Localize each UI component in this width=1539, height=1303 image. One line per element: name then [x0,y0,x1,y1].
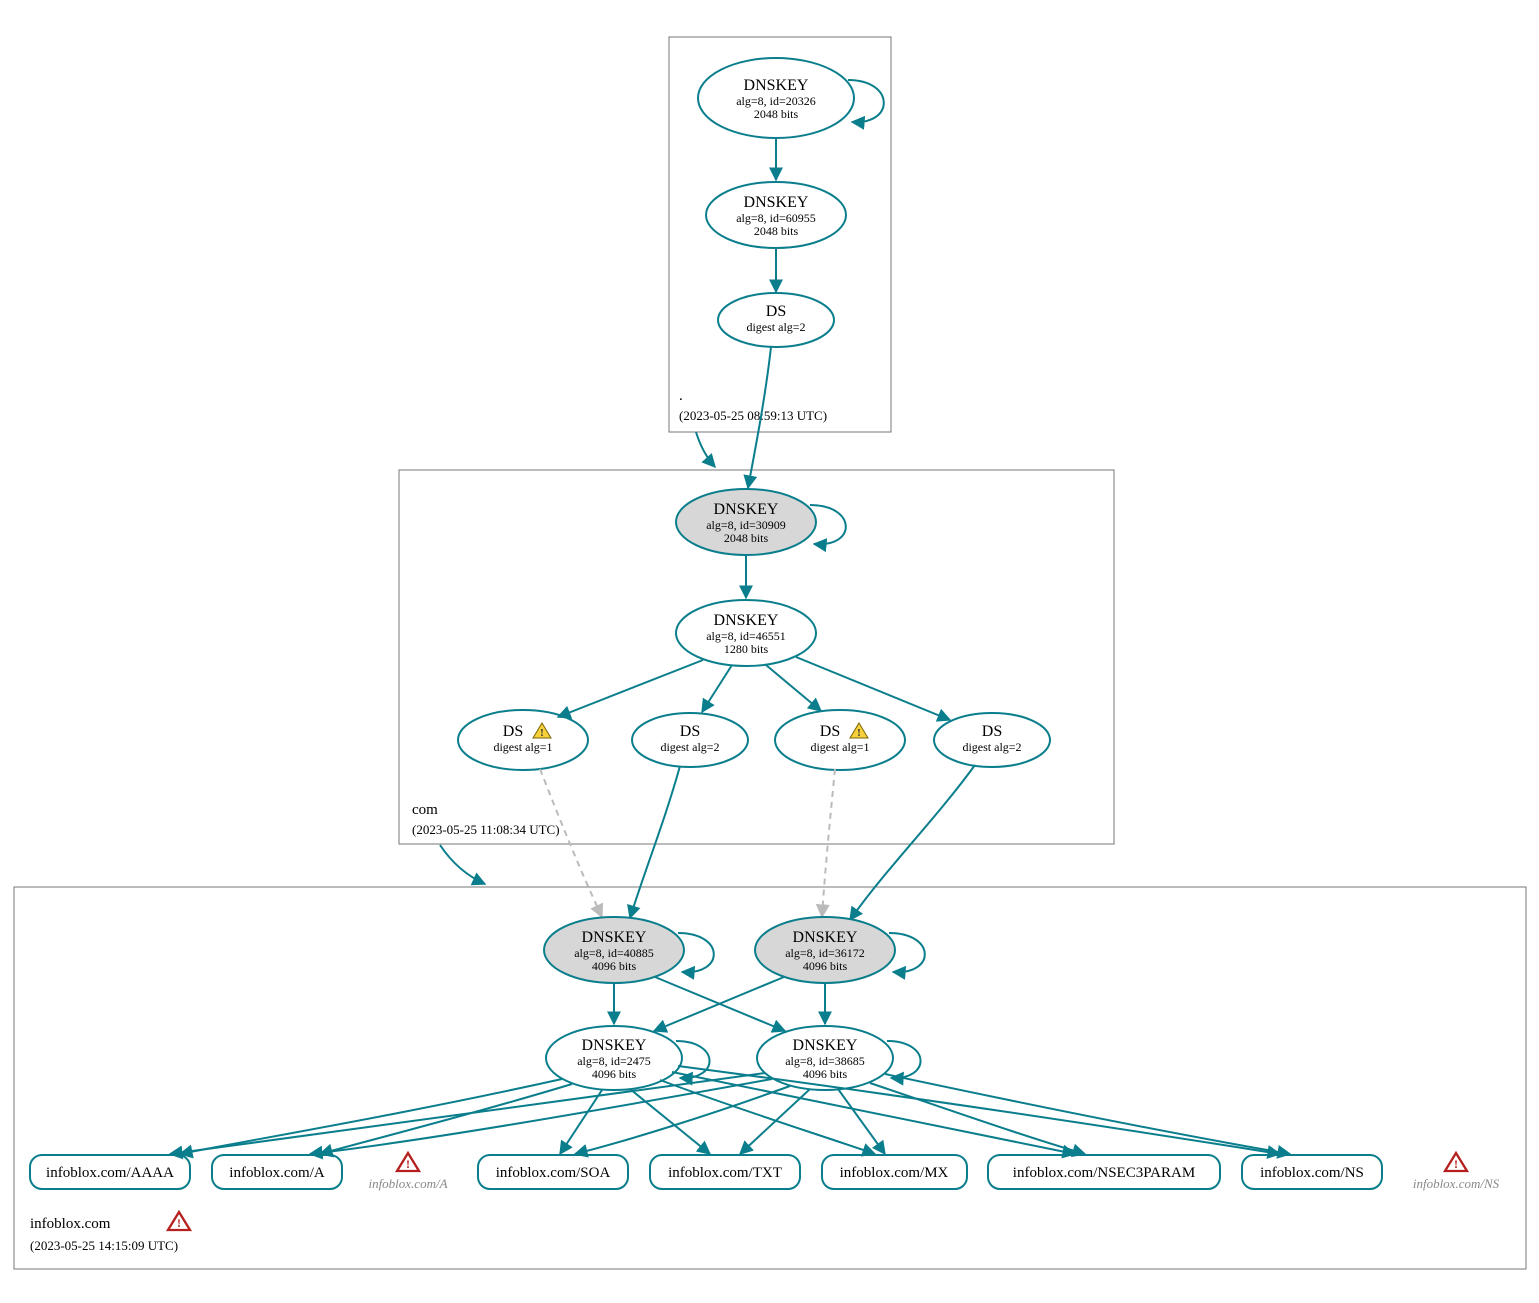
rr-nsec3: infoblox.com/NSEC3PARAM [988,1155,1220,1189]
rr-aaaa: infoblox.com/AAAA [30,1155,190,1189]
zone-com-ts: (2023-05-25 11:08:34 UTC) [412,822,560,837]
svg-text:alg=8, id=30909: alg=8, id=30909 [706,518,786,532]
svg-text:infoblox.com/SOA: infoblox.com/SOA [496,1165,611,1181]
svg-text:DNSKEY: DNSKEY [714,612,779,629]
svg-text:4096 bits: 4096 bits [803,959,848,973]
svg-text:alg=8, id=46551: alg=8, id=46551 [706,629,786,643]
svg-text:DS: DS [766,303,786,320]
svg-text:1280 bits: 1280 bits [724,642,769,656]
svg-text:digest alg=1: digest alg=1 [493,740,552,754]
dnssec-graph: . (2023-05-25 08:59:13 UTC) com (2023-05… [0,0,1539,1303]
svg-text:DS: DS [503,723,523,740]
rr-ns: infoblox.com/NS [1242,1155,1382,1189]
node-com-ds3: DS digest alg=1 ! [775,710,905,770]
svg-text:2048 bits: 2048 bits [724,531,769,545]
svg-text:DNSKEY: DNSKEY [582,1037,647,1054]
svg-text:digest alg=2: digest alg=2 [962,740,1021,754]
node-ib-zsk2: DNSKEY alg=8, id=38685 4096 bits [757,1026,893,1090]
node-com-ksk: DNSKEY alg=8, id=30909 2048 bits [676,489,816,555]
rr-soa: infoblox.com/SOA [478,1155,628,1189]
svg-text:alg=8, id=60955: alg=8, id=60955 [736,211,816,225]
svg-text:alg=8, id=40885: alg=8, id=40885 [574,946,654,960]
node-root-zsk: DNSKEY alg=8, id=60955 2048 bits [706,182,846,248]
svg-text:infoblox.com/NS: infoblox.com/NS [1260,1165,1364,1181]
zone-infoblox-label: infoblox.com [30,1216,111,1232]
svg-text:DNSKEY: DNSKEY [714,501,779,518]
rr-a: infoblox.com/A [212,1155,342,1189]
svg-text:infoblox.com/NS: infoblox.com/NS [1413,1176,1500,1191]
svg-text:4096 bits: 4096 bits [592,1067,637,1081]
node-com-ds1: DS digest alg=1 ! [458,710,588,770]
svg-text:infoblox.com/A: infoblox.com/A [368,1176,447,1191]
svg-text:!: ! [857,727,861,739]
svg-text:2048 bits: 2048 bits [754,224,799,238]
node-root-ksk: DNSKEY alg=8, id=20326 2048 bits [698,58,854,138]
rr-mx: infoblox.com/MX [822,1155,967,1189]
svg-text:DNSKEY: DNSKEY [793,929,858,946]
unknown-a: ! [397,1153,419,1171]
svg-text:DNSKEY: DNSKEY [744,77,809,94]
zone-infoblox-ts: (2023-05-25 14:15:09 UTC) [30,1238,178,1253]
zone-root-label: . [679,388,683,404]
svg-text:infoblox.com/TXT: infoblox.com/TXT [668,1165,782,1181]
svg-text:infoblox.com/NSEC3PARAM: infoblox.com/NSEC3PARAM [1013,1165,1195,1181]
svg-text:alg=8, id=38685: alg=8, id=38685 [785,1054,865,1068]
svg-text:4096 bits: 4096 bits [803,1067,848,1081]
node-com-ds2: DS digest alg=2 [632,713,748,767]
svg-text:!: ! [177,1216,181,1230]
zone-com-label: com [412,802,438,818]
svg-text:!: ! [540,727,544,739]
svg-text:2048 bits: 2048 bits [754,107,799,121]
svg-text:!: ! [406,1157,410,1171]
svg-text:4096 bits: 4096 bits [592,959,637,973]
svg-text:DNSKEY: DNSKEY [582,929,647,946]
svg-text:DNSKEY: DNSKEY [744,194,809,211]
svg-text:DS: DS [820,723,840,740]
zone-error-icon: ! [168,1212,190,1230]
svg-text:digest alg=2: digest alg=2 [660,740,719,754]
node-com-ds4: DS digest alg=2 [934,713,1050,767]
svg-text:digest alg=2: digest alg=2 [746,320,805,334]
node-root-ds: DS digest alg=2 [718,293,834,347]
svg-text:alg=8, id=20326: alg=8, id=20326 [736,94,816,108]
svg-text:digest alg=1: digest alg=1 [810,740,869,754]
svg-text:alg=8, id=36172: alg=8, id=36172 [785,946,865,960]
svg-text:DS: DS [982,723,1002,740]
svg-text:DS: DS [680,723,700,740]
svg-text:infoblox.com/AAAA: infoblox.com/AAAA [46,1165,174,1181]
svg-text:alg=8, id=2475: alg=8, id=2475 [577,1054,651,1068]
node-ib-ksk1: DNSKEY alg=8, id=40885 4096 bits [544,917,684,983]
svg-text:infoblox.com/A: infoblox.com/A [229,1165,325,1181]
zone-root-ts: (2023-05-25 08:59:13 UTC) [679,408,827,423]
svg-text:!: ! [1454,1157,1458,1171]
svg-text:DNSKEY: DNSKEY [793,1037,858,1054]
rr-txt: infoblox.com/TXT [650,1155,800,1189]
node-ib-ksk2: DNSKEY alg=8, id=36172 4096 bits [755,917,895,983]
node-com-zsk: DNSKEY alg=8, id=46551 1280 bits [676,600,816,666]
unknown-ns: ! [1445,1153,1467,1171]
svg-text:infoblox.com/MX: infoblox.com/MX [840,1165,949,1181]
